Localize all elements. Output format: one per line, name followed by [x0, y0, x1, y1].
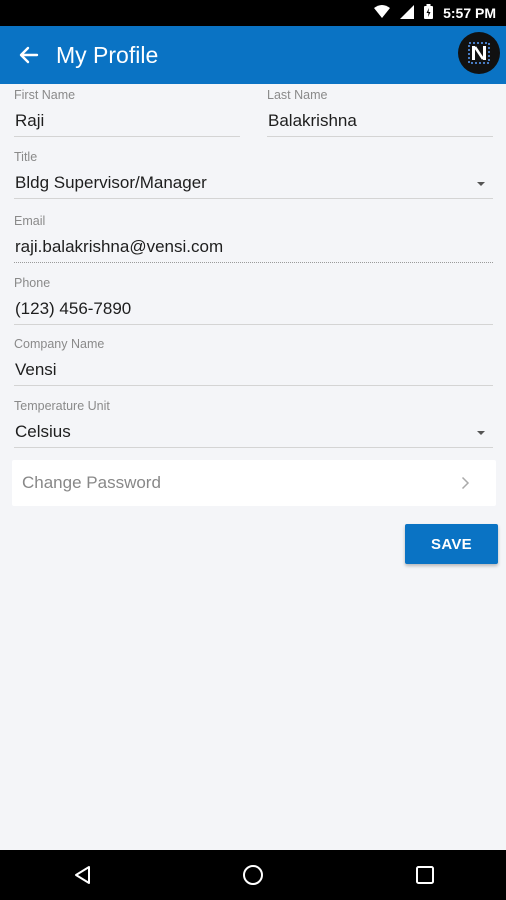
page-title: My Profile: [56, 42, 159, 68]
dropdown-arrow-icon: [477, 431, 485, 435]
last-name-field[interactable]: Last Name Balakrishna: [267, 88, 493, 138]
first-name-value[interactable]: Raji: [14, 110, 240, 132]
company-name-field[interactable]: Company Name Vensi: [14, 337, 493, 387]
arrow-left-icon: [19, 46, 39, 64]
email-field[interactable]: Email raji.balakrishna@vensi.com: [14, 214, 493, 264]
save-button[interactable]: SAVE: [405, 524, 498, 564]
last-name-label: Last Name: [267, 88, 328, 102]
status-icons: 5:57 PM: [374, 0, 496, 26]
email-value[interactable]: raji.balakrishna@vensi.com: [14, 236, 493, 258]
phone-field[interactable]: Phone (123) 456-7890: [14, 276, 493, 326]
home-circle-icon: [243, 865, 263, 885]
title-value[interactable]: Bldg Supervisor/Manager: [14, 172, 493, 194]
first-name-underline: [14, 136, 240, 137]
change-password-label: Change Password: [22, 473, 161, 492]
first-name-field[interactable]: First Name Raji: [14, 88, 240, 138]
email-underline: [14, 262, 493, 263]
last-name-underline: [267, 136, 493, 137]
back-button[interactable]: [14, 40, 44, 70]
title-dropdown[interactable]: Title Bldg Supervisor/Manager: [14, 150, 493, 200]
nav-home-button[interactable]: [238, 860, 268, 890]
temperature-unit-dropdown[interactable]: Temperature Unit Celsius: [14, 399, 493, 449]
recents-square-icon: [416, 866, 434, 884]
navigation-bar: [0, 850, 506, 900]
phone-underline: [14, 324, 493, 325]
chevron-right-icon: [461, 476, 470, 490]
wifi-icon: [374, 4, 391, 22]
temperature-unit-underline: [14, 447, 493, 448]
nav-back-button[interactable]: [68, 860, 98, 890]
app-logo-icon[interactable]: [458, 32, 500, 74]
email-label: Email: [14, 214, 46, 228]
company-name-label: Company Name: [14, 337, 105, 351]
phone-label: Phone: [14, 276, 51, 290]
app-bar: My Profile: [0, 26, 506, 84]
status-time: 5:57 PM: [443, 5, 496, 21]
nav-recents-button[interactable]: [410, 860, 440, 890]
title-underline: [14, 198, 493, 199]
change-password-button[interactable]: Change Password: [12, 460, 496, 506]
phone-value[interactable]: (123) 456-7890: [14, 298, 493, 320]
company-name-underline: [14, 385, 493, 386]
temperature-unit-label: Temperature Unit: [14, 399, 110, 413]
signal-icon: [400, 4, 415, 22]
back-triangle-icon: [75, 866, 90, 884]
last-name-value[interactable]: Balakrishna: [267, 110, 493, 132]
status-bar: 5:57 PM: [0, 0, 506, 26]
first-name-label: First Name: [14, 88, 76, 102]
temperature-unit-value[interactable]: Celsius: [14, 421, 493, 443]
dropdown-arrow-icon: [477, 182, 485, 186]
battery-icon: [424, 4, 434, 22]
company-name-value[interactable]: Vensi: [14, 359, 493, 381]
title-label: Title: [14, 150, 38, 164]
